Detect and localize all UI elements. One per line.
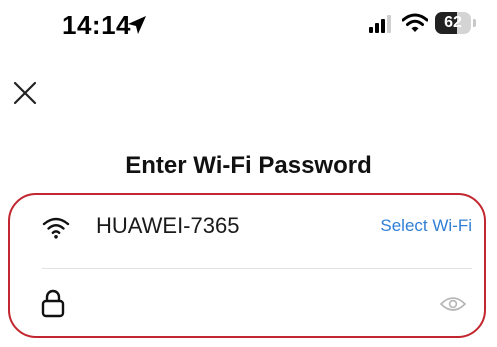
battery-body: 62 xyxy=(435,12,471,34)
battery-cap xyxy=(473,19,476,27)
battery-icon: 62 xyxy=(435,12,477,34)
password-field[interactable] xyxy=(92,288,416,322)
divider xyxy=(42,268,472,269)
network-name: HUAWEI-7365 xyxy=(96,213,240,238)
lock-icon xyxy=(41,289,65,318)
wifi-icon xyxy=(42,217,70,239)
password-row xyxy=(30,284,480,330)
select-wifi-button[interactable]: Select Wi-Fi xyxy=(380,216,472,236)
eye-icon[interactable] xyxy=(440,296,466,312)
network-row: HUAWEI-7365 Select Wi-Fi xyxy=(30,206,480,252)
page-title: Enter Wi-Fi Password xyxy=(125,152,372,179)
status-time: 14:14 xyxy=(62,10,131,40)
wifi-password-screen: 14:14 62 Enter Wi-Fi Password HUAWEI-736… xyxy=(0,0,497,347)
location-arrow-icon xyxy=(128,16,146,34)
wifi-status-icon xyxy=(402,13,428,32)
close-icon[interactable] xyxy=(10,78,40,108)
cellular-signal-icon xyxy=(369,15,391,33)
battery-level: 62 xyxy=(444,14,462,31)
